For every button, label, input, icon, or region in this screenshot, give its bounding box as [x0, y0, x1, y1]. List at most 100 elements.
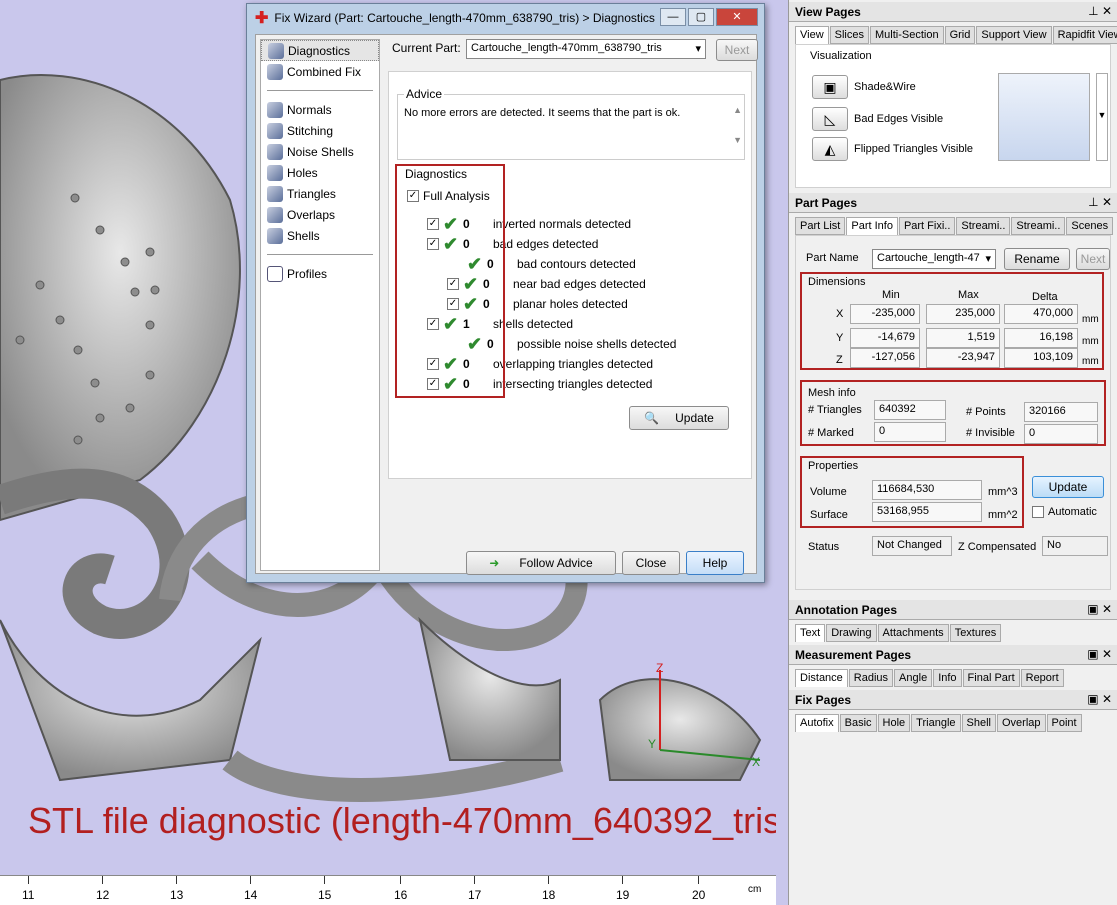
volume-unit: mm^3	[988, 486, 1018, 498]
automatic-checkbox[interactable]: Automatic	[1032, 506, 1097, 518]
ruler-label: 17	[468, 888, 482, 902]
dim-y-min: -14,679	[850, 328, 920, 348]
tab-overlap[interactable]: Overlap	[996, 714, 1046, 732]
tab-scenes[interactable]: Scenes	[1066, 217, 1114, 235]
scroll-down-icon[interactable]: ▼	[733, 135, 742, 145]
nav-profiles[interactable]: Profiles	[261, 263, 379, 284]
tab-multi-section[interactable]: Multi-Section	[870, 26, 944, 44]
tab-report[interactable]: Report	[1020, 669, 1064, 687]
pin-close-icons[interactable]: ▣ ✕	[1087, 692, 1112, 706]
dialog-title: Fix Wizard (Part: Cartouche_length-470mm…	[274, 11, 655, 25]
annotation-pages-title: Annotation Pages	[795, 603, 898, 617]
tab-basic[interactable]: Basic	[839, 714, 877, 732]
tab-streaming-1[interactable]: Streami..	[956, 217, 1011, 235]
diag-text: near bad edges detected	[513, 277, 646, 291]
tab-drawing[interactable]: Drawing	[826, 624, 877, 642]
tab-angle[interactable]: Angle	[894, 669, 933, 687]
surface-label: Surface	[810, 509, 848, 521]
fix-pages-header[interactable]: Fix Pages ▣ ✕	[789, 690, 1117, 710]
rename-button[interactable]: Rename	[1004, 248, 1070, 270]
volume-label: Volume	[810, 486, 847, 498]
nav-combined-fix[interactable]: Combined Fix	[261, 61, 379, 82]
tab-slices[interactable]: Slices	[829, 26, 869, 44]
view-pages-header[interactable]: View Pages ⊥ ✕	[789, 2, 1117, 22]
help-button[interactable]: Help	[686, 551, 744, 575]
part-pages-header[interactable]: Part Pages ⊥ ✕	[789, 193, 1117, 213]
tab-autofix[interactable]: Autofix	[795, 714, 839, 732]
tab-textures[interactable]: Textures	[949, 624, 1002, 642]
current-part-select[interactable]: Cartouche_length-470mm_638790_tris	[466, 39, 706, 59]
nav-normals[interactable]: Normals	[261, 99, 379, 120]
tab-distance[interactable]: Distance	[795, 669, 848, 687]
diag-text: inverted normals detected	[493, 217, 632, 231]
part-name-select[interactable]: Cartouche_length-47	[872, 249, 996, 269]
flipped-triangles-icon: ◭	[812, 137, 848, 161]
nav-noise-shells[interactable]: Noise Shells	[261, 141, 379, 162]
right-panel: View Pages ⊥ ✕ View Slices Multi-Section …	[788, 0, 1117, 905]
pin-close-icons[interactable]: ⊥ ✕	[1088, 4, 1112, 18]
nav-label: Stitching	[287, 123, 334, 138]
tab-radius[interactable]: Radius	[848, 669, 894, 687]
axis-x-label: X	[752, 755, 760, 769]
nav-stitching[interactable]: Stitching	[261, 120, 379, 141]
follow-advice-button[interactable]: ➜ Follow Advice	[466, 551, 616, 575]
nav-triangles[interactable]: Triangles	[261, 183, 379, 204]
ruler-label: 14	[244, 888, 258, 902]
next-button[interactable]: Next	[716, 39, 758, 61]
update-properties-button[interactable]: Update	[1032, 476, 1104, 498]
close-window-button[interactable]: ✕	[716, 8, 758, 26]
fix-wizard-dialog: ✚ Fix Wizard (Part: Cartouche_length-470…	[246, 3, 765, 583]
close-button[interactable]: Close	[622, 551, 680, 575]
nav-diagnostics[interactable]: Diagnostics	[261, 40, 379, 61]
tab-info[interactable]: Info	[933, 669, 962, 687]
tab-attachments[interactable]: Attachments	[877, 624, 949, 642]
shade-wire-button[interactable]: ▣ Shade&Wire	[812, 75, 916, 99]
tab-hole[interactable]: Hole	[877, 714, 911, 732]
tab-point[interactable]: Point	[1046, 714, 1082, 732]
tab-view[interactable]: View	[795, 26, 829, 44]
z-compensated-value: No	[1042, 536, 1108, 556]
maximize-button[interactable]: ▢	[688, 8, 714, 26]
magnifier-icon	[268, 42, 284, 59]
measurement-pages-header[interactable]: Measurement Pages ▣ ✕	[789, 645, 1117, 665]
tab-streaming-2[interactable]: Streami..	[1011, 217, 1066, 235]
tab-part-list[interactable]: Part List	[795, 217, 846, 235]
flipped-triangles-visible-button[interactable]: ◭ Flipped Triangles Visible	[812, 137, 973, 161]
tab-shell[interactable]: Shell	[961, 714, 996, 732]
minimize-button[interactable]: —	[660, 8, 686, 26]
dim-axis-x: X	[836, 308, 844, 320]
triangles-icon	[267, 185, 283, 202]
diag-text: bad edges detected	[493, 237, 599, 251]
pin-close-icons[interactable]: ⊥ ✕	[1088, 195, 1112, 209]
wizard-nav: Diagnostics Combined Fix Normals Stitchi…	[260, 39, 380, 571]
nav-label: Combined Fix	[287, 64, 362, 79]
dim-unit: mm	[1082, 356, 1099, 367]
nav-shells[interactable]: Shells	[261, 225, 379, 246]
nav-overlaps[interactable]: Overlaps	[261, 204, 379, 225]
pin-close-icons[interactable]: ▣ ✕	[1087, 647, 1112, 661]
ruler-unit: cm	[748, 884, 762, 895]
tab-text[interactable]: Text	[795, 624, 826, 642]
tab-grid[interactable]: Grid	[944, 26, 976, 44]
update-diagnostics-button[interactable]: 🔍 Update	[629, 406, 729, 430]
tab-part-info[interactable]: Part Info	[846, 217, 898, 235]
view-page-body: Visualization ▣ Shade&Wire ◺ Bad Edges Vis…	[795, 44, 1111, 188]
bad-edges-visible-button[interactable]: ◺ Bad Edges Visible	[812, 107, 943, 131]
tab-rapidfit-view[interactable]: Rapidfit View	[1052, 26, 1117, 44]
diag-text: possible noise shells detected	[517, 337, 677, 351]
nav-holes[interactable]: Holes	[261, 162, 379, 183]
tab-final-part[interactable]: Final Part	[962, 669, 1020, 687]
tab-support-view[interactable]: Support View	[976, 26, 1052, 44]
z-compensated-label: Z Compensated	[958, 541, 1037, 553]
vz-label: Flipped Triangles Visible	[854, 143, 974, 155]
scroll-up-icon[interactable]: ▲	[733, 105, 742, 115]
part-next-button[interactable]: Next	[1076, 248, 1110, 270]
holes-icon	[267, 164, 283, 181]
view-cube[interactable]	[998, 73, 1090, 161]
status-value: Not Changed	[872, 536, 952, 556]
pin-close-icons[interactable]: ▣ ✕	[1087, 602, 1112, 616]
chevron-down-icon[interactable]: ▼	[1096, 73, 1108, 161]
annotation-pages-header[interactable]: Annotation Pages ▣ ✕	[789, 600, 1117, 620]
tab-part-fixing[interactable]: Part Fixi..	[898, 217, 956, 235]
tab-triangle[interactable]: Triangle	[911, 714, 961, 732]
